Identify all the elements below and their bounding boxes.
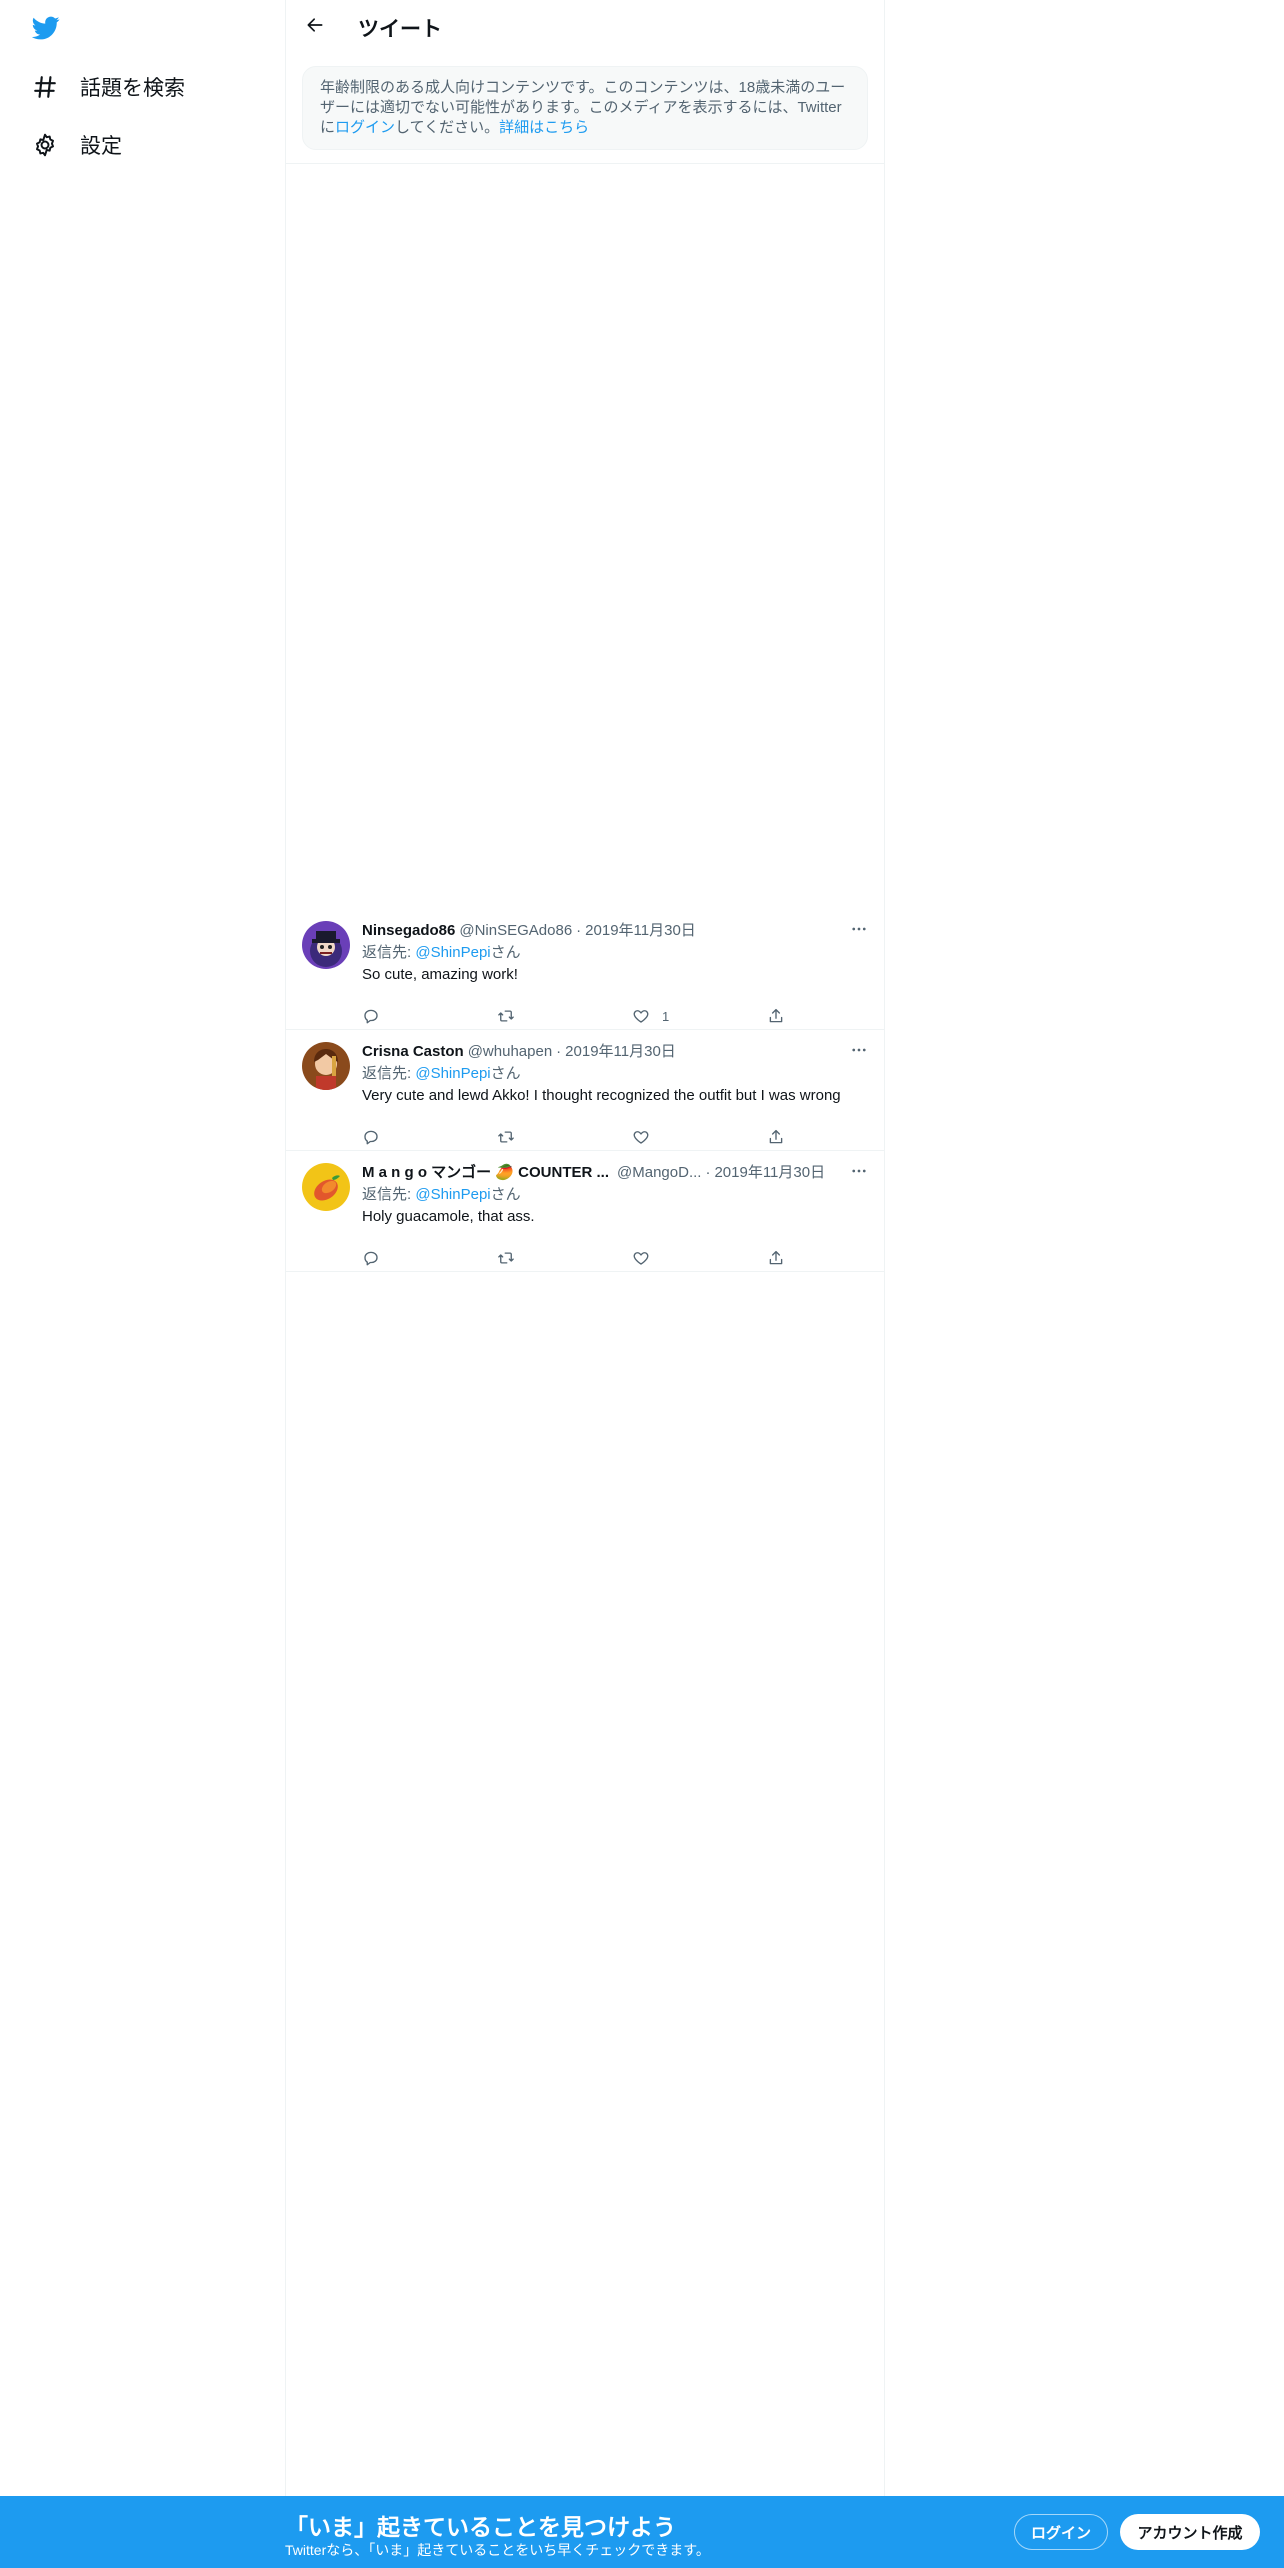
like-button[interactable]: [632, 1247, 662, 1269]
signup-prompt-subtitle: Twitterなら、「いま」起きていることをいち早くチェックできます。: [285, 2542, 710, 2558]
login-link[interactable]: ログイン: [335, 119, 395, 136]
more-icon: [850, 1041, 868, 1064]
share-icon: [769, 1008, 783, 1023]
retweet-icon: [498, 1010, 514, 1022]
hashtag-icon: [30, 72, 60, 102]
like-count: 1: [662, 1008, 670, 1024]
tweet-body: M a n g o マンゴー 🥭 COUNTER ... @MangoD... …: [362, 1163, 872, 1266]
author-handle[interactable]: @MangoD...: [617, 1163, 701, 1183]
reply-context: 返信先: @ShinPepiさん: [362, 1185, 872, 1205]
reply-icon: [364, 1009, 378, 1024]
tweet-header: Crisna Caston @whuhapen · 2019年11月30日: [362, 1042, 872, 1062]
reply-tweet[interactable]: Crisna Caston @whuhapen · 2019年11月30日 返信…: [286, 1030, 884, 1151]
heart-icon: [633, 1010, 649, 1023]
tweet-text: Holy guacamole, that ass.: [362, 1208, 535, 1225]
tweet-date[interactable]: 2019年11月30日: [585, 921, 696, 941]
signup-prompt-bar: 「いま」起きていることを見つけよう Twitterなら、「いま」起きていることを…: [0, 2496, 1284, 2568]
reply-mention-link[interactable]: @ShinPepi: [415, 944, 490, 961]
main-column: ツイート 年齢制限のある成人向けコンテンツです。このコンテンツは、18歳未満のユ…: [285, 0, 885, 2496]
tweet-date[interactable]: 2019年11月30日: [565, 1042, 676, 1062]
tweet-text: Very cute and lewd Akko! I thought recog…: [362, 1087, 841, 1104]
signup-button[interactable]: アカウント作成: [1120, 2514, 1260, 2550]
author-name[interactable]: Crisna Caston: [362, 1042, 464, 1062]
reply-suffix: さん: [490, 1065, 521, 1082]
learn-more-link[interactable]: 詳細はこちら: [499, 119, 589, 136]
sidebar-item-label: 話題を検索: [80, 77, 185, 100]
separator: ·: [705, 1164, 711, 1181]
notice-text-middle: してください。: [395, 119, 500, 136]
page-header: ツイート: [286, 0, 884, 53]
tweet-actions: [362, 1247, 812, 1269]
reply-suffix: さん: [490, 1186, 521, 1203]
reply-tweet[interactable]: Ninsegado86 @NinSEGAdo86 · 2019年11月30日 返…: [286, 909, 884, 1030]
author-name[interactable]: Ninsegado86: [362, 921, 455, 941]
reply-mention-link[interactable]: @ShinPepi: [415, 1065, 490, 1082]
avatar[interactable]: [302, 1042, 350, 1090]
more-options-button[interactable]: [846, 921, 872, 941]
heart-icon: [633, 1131, 649, 1144]
hidden-media-area: [286, 164, 884, 908]
sidebar-item-explore[interactable]: 話題を検索: [30, 65, 185, 109]
reply-mention-link[interactable]: @ShinPepi: [415, 1186, 490, 1203]
tweet-actions: [362, 1126, 812, 1148]
more-options-button[interactable]: [846, 1042, 872, 1062]
tweet-header: Ninsegado86 @NinSEGAdo86 · 2019年11月30日: [362, 921, 872, 941]
tweet-text: So cute, amazing work!: [362, 966, 518, 983]
reply-icon: [364, 1130, 378, 1145]
share-button[interactable]: [767, 1126, 785, 1148]
twitter-bird-icon[interactable]: [30, 14, 66, 44]
sidebar-item-label: 設定: [80, 135, 122, 158]
share-button[interactable]: [767, 1247, 785, 1269]
retweet-icon: [498, 1252, 514, 1264]
sidebar-item-settings[interactable]: 設定: [30, 123, 122, 167]
reply-button[interactable]: [362, 1126, 380, 1148]
retweet-button[interactable]: [497, 1126, 515, 1148]
reply-context: 返信先: @ShinPepiさん: [362, 943, 872, 963]
more-icon: [850, 1162, 868, 1185]
sensitive-content-notice: 年齢制限のある成人向けコンテンツです。このコンテンツは、18歳未満のユーザーには…: [302, 66, 868, 150]
reply-button[interactable]: [362, 1005, 380, 1027]
retweet-button[interactable]: [497, 1247, 515, 1269]
arrow-left-icon: [305, 15, 325, 40]
more-options-button[interactable]: [846, 1163, 872, 1183]
login-button[interactable]: ログイン: [1014, 2514, 1108, 2550]
reply-prefix: 返信先:: [362, 1065, 416, 1082]
page-title: ツイート: [358, 18, 442, 41]
reply-prefix: 返信先:: [362, 944, 416, 961]
avatar[interactable]: [302, 1163, 350, 1211]
more-icon: [850, 920, 868, 943]
reply-suffix: さん: [490, 944, 521, 961]
share-icon: [769, 1250, 783, 1265]
reply-button[interactable]: [362, 1247, 380, 1269]
avatar[interactable]: [302, 921, 350, 969]
reply-tweet[interactable]: M a n g o マンゴー 🥭 COUNTER ... @MangoD... …: [286, 1151, 884, 1272]
tweet-date[interactable]: 2019年11月30日: [714, 1163, 825, 1183]
tweet-header: M a n g o マンゴー 🥭 COUNTER ... @MangoD... …: [362, 1163, 872, 1183]
gear-icon: [30, 130, 60, 160]
heart-icon: [633, 1252, 649, 1265]
share-button[interactable]: [767, 1005, 785, 1027]
retweet-button[interactable]: [497, 1005, 515, 1027]
reply-prefix: 返信先:: [362, 1186, 416, 1203]
author-handle[interactable]: @NinSEGAdo86: [459, 921, 572, 941]
back-button[interactable]: [300, 12, 330, 42]
sidebar: 話題を検索 設定: [0, 0, 285, 2496]
retweet-icon: [498, 1131, 514, 1143]
author-name[interactable]: M a n g o マンゴー 🥭 COUNTER ...: [362, 1163, 609, 1183]
author-handle[interactable]: @whuhapen: [468, 1042, 552, 1062]
separator: ·: [556, 1043, 562, 1060]
separator: ·: [576, 922, 582, 939]
like-button[interactable]: [632, 1126, 662, 1148]
tweet-actions: 1: [362, 1005, 812, 1027]
signup-prompt-title: 「いま」起きていることを見つけよう: [285, 2514, 676, 2540]
like-button[interactable]: 1: [632, 1005, 669, 1027]
reply-context: 返信先: @ShinPepiさん: [362, 1064, 872, 1084]
share-icon: [769, 1129, 783, 1144]
tweet-body: Ninsegado86 @NinSEGAdo86 · 2019年11月30日 返…: [362, 921, 872, 1024]
tweet-body: Crisna Caston @whuhapen · 2019年11月30日 返信…: [362, 1042, 872, 1145]
reply-icon: [364, 1251, 378, 1266]
